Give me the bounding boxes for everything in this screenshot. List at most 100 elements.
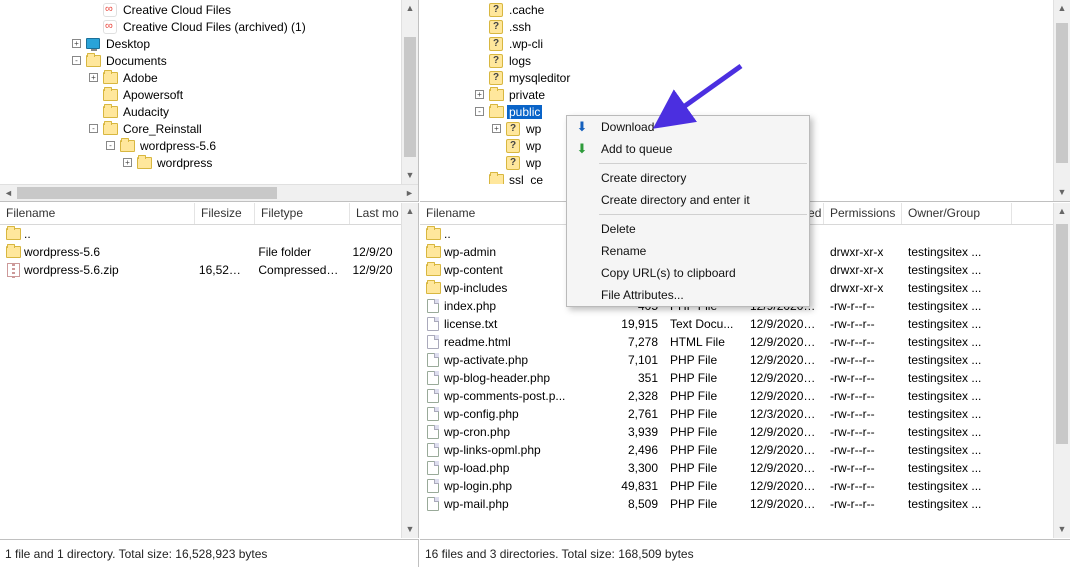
tree-node[interactable]: ?mysqleditor — [420, 69, 1053, 86]
tree-node[interactable]: +wordpress — [0, 154, 401, 171]
cell-own: testingsitex ... — [902, 281, 1012, 295]
folder-icon — [136, 155, 152, 171]
tree-twisty[interactable]: + — [85, 69, 102, 86]
menu-item[interactable]: Create directory — [567, 167, 809, 189]
tree-node[interactable]: -Core_Reinstall — [0, 120, 401, 137]
column-header[interactable]: Last mo — [350, 203, 405, 224]
list-row[interactable]: wp-config.php2,761PHP File12/3/2020 3:43… — [420, 405, 1053, 423]
tree-node[interactable]: ?.ssh — [420, 18, 1053, 35]
menu-item[interactable]: Rename — [567, 240, 809, 262]
list-row[interactable]: readme.html7,278HTML File12/9/2020 1:22:… — [420, 333, 1053, 351]
list-row[interactable]: license.txt19,915Text Docu...12/9/2020 1… — [420, 315, 1053, 333]
unknown-folder-icon: ? — [505, 121, 521, 137]
tree-twisty[interactable]: - — [85, 120, 102, 137]
scroll-up-icon[interactable]: ▲ — [402, 0, 418, 17]
column-header[interactable]: Owner/Group — [902, 203, 1012, 224]
file-name: license.txt — [444, 317, 497, 331]
unknown-folder-icon: ? — [488, 53, 504, 69]
cell-type: Compressed (zipp... — [252, 263, 346, 277]
list-row[interactable]: wp-mail.php8,509PHP File12/9/2020 1:22:.… — [420, 495, 1053, 513]
list-row[interactable]: wordpress-5.6File folder12/9/20 — [0, 243, 401, 261]
tree-twisty — [85, 1, 102, 18]
file-name: wp-login.php — [444, 479, 512, 493]
tree-node[interactable]: +private — [420, 86, 1053, 103]
column-header[interactable]: Filesize — [195, 203, 255, 224]
file-name: index.php — [444, 299, 496, 313]
file-icon — [425, 406, 441, 422]
list-row[interactable]: wp-comments-post.p...2,328PHP File12/9/2… — [420, 387, 1053, 405]
list-row[interactable]: wp-cron.php3,939PHP File12/9/2020 1:22:.… — [420, 423, 1053, 441]
creative-cloud-icon — [102, 2, 118, 18]
cell-type: PHP File — [664, 407, 744, 421]
context-menu[interactable]: ⬇Download⬇Add to queue Create directory Cr… — [566, 115, 810, 307]
tree-node[interactable]: ?.cache — [420, 1, 1053, 18]
tree-twisty[interactable]: + — [471, 86, 488, 103]
menu-separator — [599, 163, 807, 164]
tree-node[interactable]: Audacity — [0, 103, 401, 120]
folder-icon — [425, 280, 441, 296]
file-name: wp-mail.php — [444, 497, 509, 511]
tree-twisty[interactable]: - — [102, 137, 119, 154]
cell-own: testingsitex ... — [902, 425, 1012, 439]
menu-label: Delete — [601, 222, 636, 236]
tree-twisty — [471, 35, 488, 52]
tree-node[interactable]: Creative Cloud Files — [0, 1, 401, 18]
local-status: 1 file and 1 directory. Total size: 16,5… — [0, 539, 419, 567]
cell-perm: -rw-r--r-- — [824, 443, 902, 457]
tree-node[interactable]: +Adobe — [0, 69, 401, 86]
tree-label: Documents — [104, 54, 169, 68]
tree-twisty[interactable]: - — [471, 103, 488, 120]
menu-item[interactable]: Create directory and enter it — [567, 189, 809, 211]
local-tree-hscroll[interactable]: ◄► — [0, 184, 418, 201]
cell-size: 2,761 — [602, 407, 664, 421]
cell-perm: drwxr-xr-x — [824, 263, 902, 277]
tree-twisty[interactable]: + — [119, 154, 136, 171]
list-row[interactable]: .. — [0, 225, 401, 243]
menu-item[interactable]: ⬇Download — [567, 116, 809, 138]
cell-type: PHP File — [664, 443, 744, 457]
menu-item[interactable]: ⬇Add to queue — [567, 138, 809, 160]
column-header[interactable]: Filename — [0, 203, 195, 224]
folder-icon — [102, 121, 118, 137]
column-header[interactable]: Permissions — [824, 203, 902, 224]
list-row[interactable]: wordpress-5.6.zip16,528,923Compressed (z… — [0, 261, 401, 279]
tree-node[interactable]: Apowersoft — [0, 86, 401, 103]
cell-mod: 12/9/20 — [346, 263, 401, 277]
unknown-folder-icon: ? — [505, 155, 521, 171]
menu-item[interactable]: Copy URL(s) to clipboard — [567, 262, 809, 284]
list-row[interactable]: wp-links-opml.php2,496PHP File12/9/2020 … — [420, 441, 1053, 459]
cell-perm: -rw-r--r-- — [824, 461, 902, 475]
list-row[interactable]: wp-load.php3,300PHP File12/9/2020 1:22:.… — [420, 459, 1053, 477]
tree-label: .cache — [507, 3, 546, 17]
tree-label: Creative Cloud Files — [121, 3, 233, 17]
tree-node[interactable]: -wordpress-5.6 — [0, 137, 401, 154]
menu-item[interactable]: File Attributes... — [567, 284, 809, 306]
cell-perm: -rw-r--r-- — [824, 425, 902, 439]
scroll-thumb[interactable] — [404, 37, 416, 157]
tree-twisty — [471, 52, 488, 69]
remote-list-vscroll[interactable]: ▲ ▼ — [1053, 203, 1070, 538]
tree-node[interactable]: +Desktop — [0, 35, 401, 52]
local-tree-vscroll[interactable]: ▲ ▼ — [401, 0, 418, 184]
tree-twisty[interactable]: + — [68, 35, 85, 52]
tree-node[interactable]: Creative Cloud Files (archived) (1) — [0, 18, 401, 35]
tree-node[interactable]: ?.wp-cli — [420, 35, 1053, 52]
local-list-vscroll[interactable]: ▲▼ — [401, 203, 418, 538]
list-row[interactable]: wp-activate.php7,101PHP File12/9/2020 1:… — [420, 351, 1053, 369]
remote-tree-vscroll[interactable]: ▲ ▼ — [1053, 0, 1070, 201]
cell-own: testingsitex ... — [902, 497, 1012, 511]
list-row[interactable]: wp-login.php49,831PHP File12/9/2020 1:22… — [420, 477, 1053, 495]
folder-icon — [488, 87, 504, 103]
tree-node[interactable]: ?logs — [420, 52, 1053, 69]
list-row[interactable]: wp-blog-header.php351PHP File12/9/2020 1… — [420, 369, 1053, 387]
tree-node[interactable]: - Documents — [0, 52, 401, 69]
cell-mod: 12/3/2020 3:43:... — [744, 407, 824, 421]
cell-own: testingsitex ... — [902, 317, 1012, 331]
menu-item[interactable]: Delete — [567, 218, 809, 240]
tree-twisty[interactable]: - — [68, 52, 85, 69]
menu-label: Create directory — [601, 171, 686, 185]
column-header[interactable]: Filetype — [255, 203, 350, 224]
scroll-down-icon[interactable]: ▼ — [402, 167, 418, 184]
tree-twisty[interactable]: + — [488, 120, 505, 137]
cell-type: PHP File — [664, 479, 744, 493]
